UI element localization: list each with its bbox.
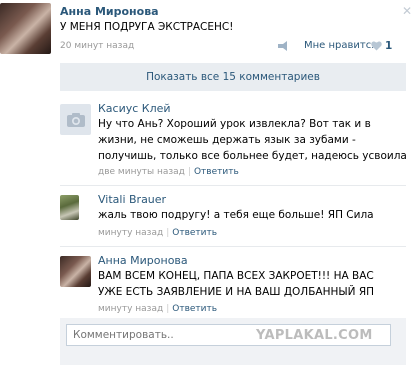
like-count: 1 — [385, 40, 393, 52]
like-button[interactable]: Мне нравится — [304, 40, 377, 51]
reply-link[interactable]: Ответить — [172, 304, 217, 314]
avatar-photo — [60, 195, 79, 220]
comment-meta: две минуты назад | Ответить — [98, 167, 239, 177]
watermark: YAPLAKAL.COM — [256, 328, 373, 343]
post-text: У МЕНЯ ПОДРУГА ЭКСТРАСЕНС! — [60, 21, 234, 33]
separator: | — [187, 167, 191, 177]
comment-meta: минуту назад | Ответить — [98, 228, 217, 238]
avatar-placeholder — [60, 104, 91, 135]
comment-author-name[interactable]: Анна Миронова — [98, 254, 188, 267]
comment-avatar[interactable] — [60, 195, 79, 220]
camera-icon — [66, 112, 85, 127]
separator: | — [166, 228, 170, 238]
comment-divider — [60, 185, 406, 186]
separator: | — [166, 304, 170, 314]
comment-author-name[interactable]: Касиус Клей — [98, 102, 171, 115]
comment-time[interactable]: две минуты назад — [98, 167, 185, 177]
close-icon[interactable]: ✕ — [402, 4, 412, 18]
post-author-name[interactable]: Анна Миронова — [60, 5, 159, 18]
post-time[interactable]: 20 минут назад — [60, 41, 134, 51]
avatar-photo — [0, 3, 51, 54]
comment-avatar[interactable] — [60, 104, 91, 135]
comment-text: ВАМ ВСЕМ КОНЕЦ, ПАПА ВСЕХ ЗАКРОЕТ!!! НА … — [98, 270, 375, 298]
comment-meta: минуту назад | Ответить — [98, 304, 217, 314]
comment-text: Ну что Ань? Хороший урок извлекла? Вот т… — [98, 118, 407, 162]
comment-time[interactable]: минуту назад — [98, 304, 163, 314]
comment-text: жаль твою подругу! а тебя еще больше! ЯП… — [98, 209, 374, 221]
show-all-comments-button[interactable]: Показать все 15 комментариев — [60, 63, 406, 91]
share-icon[interactable] — [277, 41, 289, 51]
post-author-avatar[interactable] — [0, 3, 51, 54]
comment-author-name[interactable]: Vitali Brauer — [98, 193, 166, 206]
comment-divider — [60, 246, 406, 247]
avatar-photo — [60, 256, 91, 287]
reply-link[interactable]: Ответить — [172, 228, 217, 238]
comment-avatar[interactable] — [60, 256, 91, 287]
post: Анна Миронова ✕ У МЕНЯ ПОДРУГА ЭКСТРАСЕН… — [0, 0, 418, 60]
comment-time[interactable]: минуту назад — [98, 228, 163, 238]
reply-link[interactable]: Ответить — [194, 167, 239, 177]
heart-icon[interactable] — [371, 41, 382, 51]
